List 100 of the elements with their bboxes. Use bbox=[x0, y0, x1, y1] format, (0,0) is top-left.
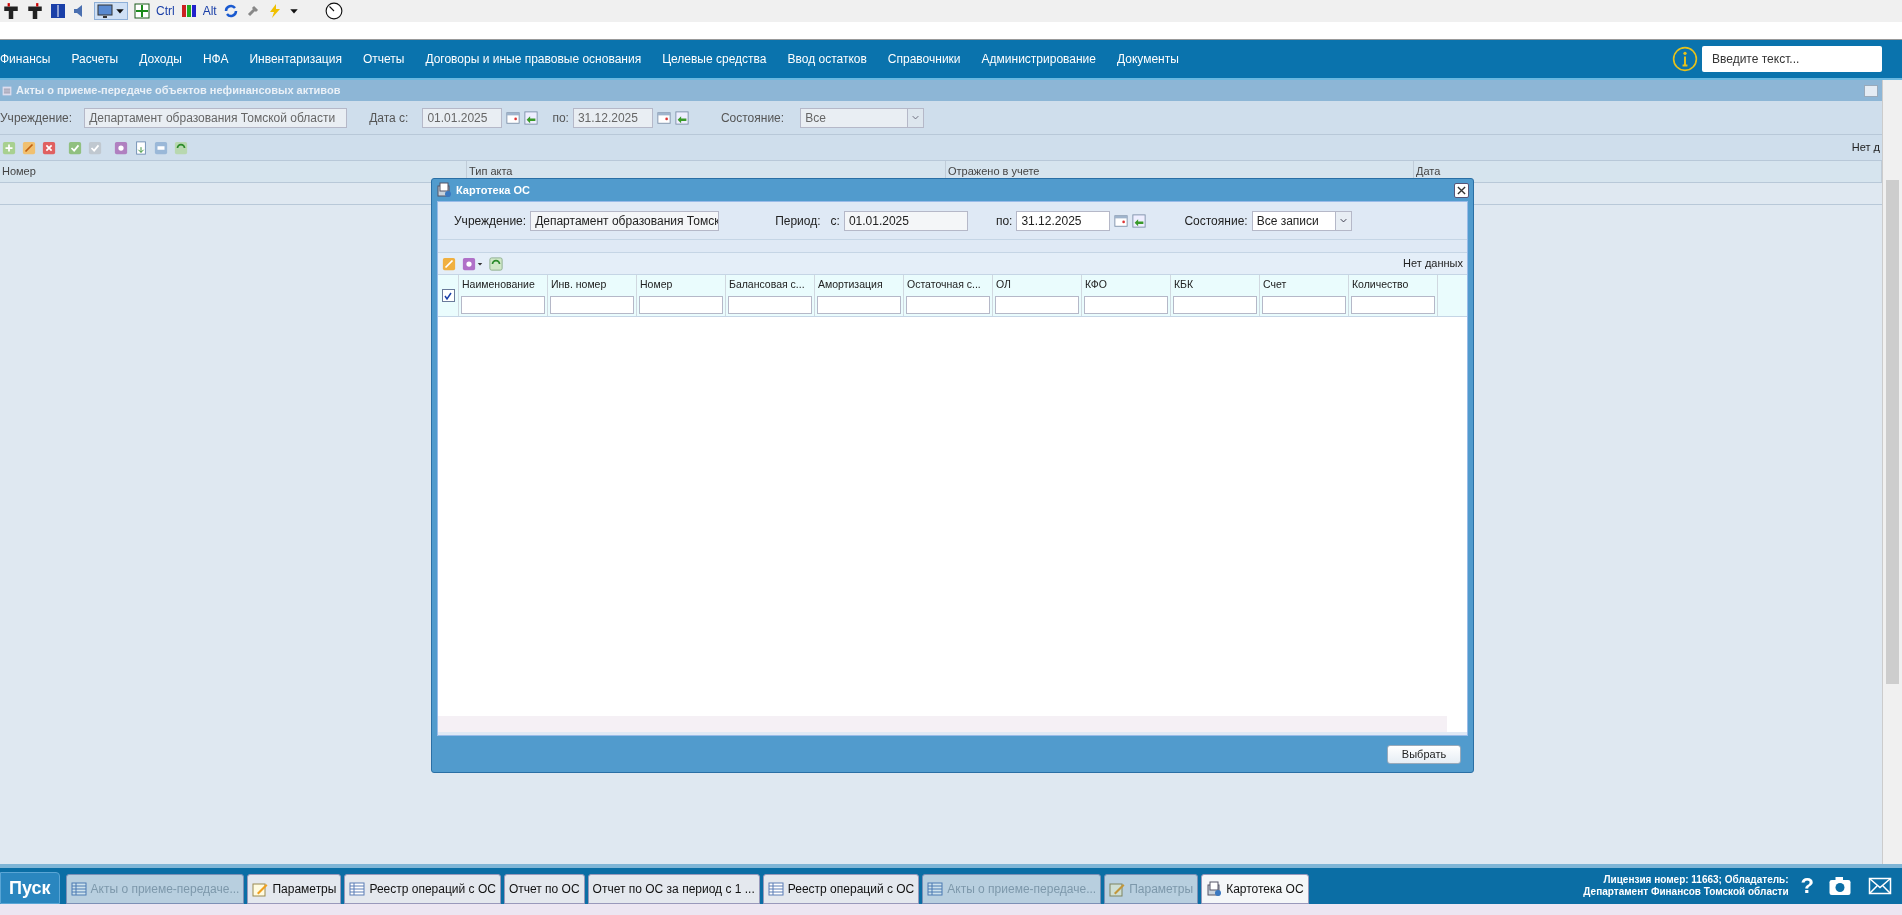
select-all-checkbox[interactable] bbox=[441, 289, 455, 302]
scrollbar[interactable] bbox=[1882, 80, 1902, 864]
column-filter-field[interactable] bbox=[728, 296, 812, 314]
start-button[interactable]: Пуск bbox=[0, 872, 60, 904]
date-to-label: по: bbox=[552, 109, 569, 127]
table-icon bbox=[70, 881, 87, 897]
monitor-dropdown[interactable] bbox=[94, 2, 128, 20]
column-header[interactable]: Количество bbox=[1351, 277, 1435, 293]
card-file-icon bbox=[1206, 881, 1223, 897]
column-header[interactable]: Счет bbox=[1262, 277, 1346, 293]
column-filter-field[interactable] bbox=[639, 296, 723, 314]
column-header[interactable]: Амортизация bbox=[817, 277, 901, 293]
column-filter-field[interactable] bbox=[1084, 296, 1168, 314]
column-header[interactable]: Наименование bbox=[461, 277, 545, 293]
menu-item[interactable]: Ввод остатков bbox=[787, 50, 867, 68]
card-file-icon bbox=[436, 182, 452, 198]
column-filter-field[interactable] bbox=[1262, 296, 1346, 314]
menu-item[interactable]: Доходы bbox=[139, 50, 182, 68]
arrow-left-icon bbox=[524, 110, 539, 125]
column-header[interactable]: Балансовая с... bbox=[728, 277, 812, 293]
column-filter-field[interactable] bbox=[906, 296, 990, 314]
column-header[interactable]: Инв. номер bbox=[550, 277, 634, 293]
date-to-field[interactable]: 31.12.2025 bbox=[572, 107, 653, 128]
column-filter-field[interactable] bbox=[1173, 296, 1257, 314]
caret-icon bbox=[1334, 211, 1351, 230]
table-icon bbox=[349, 881, 366, 897]
calendar-icon bbox=[656, 110, 671, 125]
pencil-icon bbox=[1109, 881, 1126, 897]
column-header[interactable]: КФО bbox=[1084, 277, 1168, 293]
select-button[interactable]: Выбрать bbox=[1387, 744, 1461, 764]
monitor-icon bbox=[97, 3, 113, 19]
dialog-title: Картотека ОС bbox=[456, 182, 530, 198]
column-filter-field[interactable] bbox=[550, 296, 634, 314]
period-from-label: с: bbox=[830, 212, 840, 230]
menu-item[interactable]: Справочники bbox=[887, 50, 961, 68]
minimize-button[interactable] bbox=[1864, 84, 1878, 97]
arrow-left-icon bbox=[1132, 213, 1147, 228]
search-field[interactable]: Введите текст... bbox=[1702, 46, 1882, 72]
expand-icon bbox=[134, 3, 150, 19]
menu-item[interactable]: НФА bbox=[202, 50, 229, 68]
menu-item[interactable]: Инвентаризация bbox=[249, 50, 342, 68]
menu-item[interactable]: Целевые средства bbox=[662, 50, 767, 68]
panel-title: Акты о приеме-передаче объектов нефинансовых активов bbox=[16, 83, 342, 99]
column-filter-field[interactable] bbox=[817, 296, 901, 314]
institution-label: Учреждение: bbox=[0, 109, 73, 127]
caret-icon bbox=[907, 108, 924, 127]
menu-item[interactable]: Расчеты bbox=[71, 50, 119, 68]
menu-item[interactable]: Финансы bbox=[0, 50, 51, 68]
help-button[interactable]: ? bbox=[1800, 873, 1814, 899]
date-from-field[interactable]: 01.01.2025 bbox=[843, 210, 968, 231]
period-label: Период: bbox=[775, 212, 821, 230]
taskbar-tab[interactable]: Отчет по ОС за период с 1 ... bbox=[587, 874, 760, 904]
taskbar-tab[interactable]: Картотека ОС bbox=[1201, 874, 1309, 904]
taskbar-tab[interactable]: Реестр операций с ОС bbox=[762, 874, 920, 904]
institution-label: Учреждение: bbox=[454, 212, 527, 230]
info-icon bbox=[1672, 46, 1698, 72]
column-header[interactable]: КБК bbox=[1173, 277, 1257, 293]
plus-icon bbox=[2, 140, 16, 155]
license-text: Департамент Финансов Томской области bbox=[1583, 886, 1789, 898]
pencil-icon bbox=[442, 256, 456, 271]
document-icon bbox=[134, 140, 148, 155]
column-filter-field[interactable] bbox=[1351, 296, 1435, 314]
gear-icon bbox=[462, 256, 476, 271]
grid-status: Нет д bbox=[1851, 140, 1880, 156]
state-dropdown[interactable]: Все bbox=[800, 107, 925, 128]
calendar-icon bbox=[506, 110, 521, 125]
taskbar-tab[interactable]: Реестр операций с ОС bbox=[344, 874, 501, 904]
check-icon bbox=[68, 140, 82, 155]
table-icon bbox=[927, 881, 944, 897]
period-to-label: по: bbox=[995, 212, 1013, 230]
grid-status: Нет данных bbox=[1403, 256, 1463, 272]
colored-bars-icon bbox=[180, 3, 197, 19]
calendar-icon bbox=[1114, 213, 1129, 228]
pencil-icon bbox=[22, 140, 36, 155]
state-label: Состояние: bbox=[1184, 212, 1248, 230]
settings-dropdown[interactable] bbox=[462, 256, 483, 271]
caret-icon bbox=[288, 6, 299, 16]
menu-item[interactable]: Договоры и иные правовые основания bbox=[425, 50, 642, 68]
alt-key-label[interactable]: Alt bbox=[202, 2, 217, 20]
check-icon bbox=[88, 140, 102, 155]
caret-icon bbox=[115, 6, 125, 16]
column-filter-field[interactable] bbox=[995, 296, 1079, 314]
column-filter-field[interactable] bbox=[461, 296, 545, 314]
pencil-icon bbox=[252, 881, 269, 897]
menu-item[interactable]: Документы bbox=[1117, 50, 1179, 68]
column-header[interactable]: Остаточная с... bbox=[906, 277, 990, 293]
ctrl-key-label[interactable]: Ctrl bbox=[156, 2, 175, 20]
column-header[interactable]: ОЛ bbox=[995, 277, 1079, 293]
taskbar-tab[interactable]: Параметры bbox=[247, 874, 342, 904]
taskbar-tab[interactable]: Отчет по ОС bbox=[503, 874, 585, 904]
table-icon bbox=[767, 881, 784, 897]
menu-item[interactable]: Отчеты bbox=[362, 50, 405, 68]
list-icon bbox=[2, 85, 12, 96]
column-header[interactable]: Номер bbox=[639, 277, 723, 293]
close-button[interactable] bbox=[1454, 182, 1469, 198]
menu-item[interactable]: Администрирование bbox=[981, 50, 1096, 68]
date-from-field[interactable]: 01.01.2025 bbox=[422, 107, 503, 128]
institution-field[interactable]: Департамент образования Томской области bbox=[84, 107, 348, 128]
date-to-field[interactable]: 31.12.2025 bbox=[1016, 210, 1111, 231]
state-dropdown[interactable]: Все записи bbox=[1251, 210, 1352, 231]
